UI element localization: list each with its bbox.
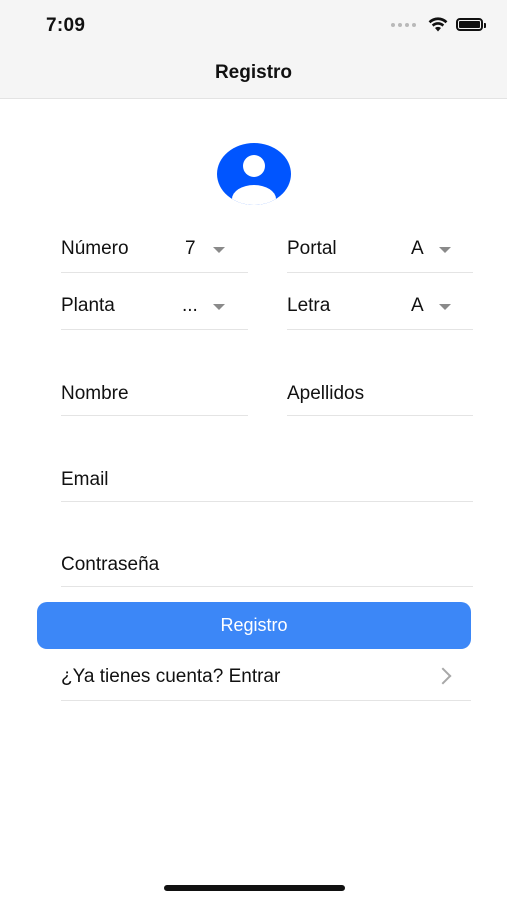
wifi-icon [428,17,448,32]
portal-label: Portal [287,238,337,259]
dropdown-caret-icon [213,304,225,310]
planta-select[interactable]: Planta ... [61,295,248,330]
letra-value: A [411,295,424,316]
status-icons [391,17,486,32]
battery-icon [456,18,486,31]
user-avatar-icon[interactable] [217,143,291,205]
nombre-placeholder: Nombre [61,383,129,404]
page-title: Registro [214,62,293,83]
home-indicator[interactable] [164,885,345,891]
email-placeholder: Email [61,469,109,490]
numero-label: Número [61,238,129,259]
password-placeholder: Contraseña [61,554,160,575]
status-time: 7:09 [46,15,86,36]
portal-value: A [411,238,424,259]
registration-screen: 7:09 Registro Número 7 Portal A Planta .… [0,0,507,900]
dropdown-caret-icon [213,247,225,253]
cellular-signal-icon [391,22,416,27]
dropdown-caret-icon [439,247,451,253]
email-field[interactable]: Email [61,469,473,502]
register-button[interactable]: Registro [37,602,471,649]
nombre-field[interactable]: Nombre [61,383,248,416]
password-field[interactable]: Contraseña [61,554,473,587]
login-link-label: ¿Ya tienes cuenta? Entrar [61,666,281,687]
numero-value: 7 [185,238,196,259]
portal-select[interactable]: Portal A [287,238,473,273]
planta-value: ... [182,295,198,316]
apellidos-field[interactable]: Apellidos [287,383,473,416]
login-link-row[interactable]: ¿Ya tienes cuenta? Entrar [61,660,471,701]
numero-select[interactable]: Número 7 [61,238,248,273]
apellidos-placeholder: Apellidos [287,383,365,404]
dropdown-caret-icon [439,304,451,310]
letra-label: Letra [287,295,331,316]
planta-label: Planta [61,295,115,316]
chevron-right-icon [434,667,452,685]
letra-select[interactable]: Letra A [287,295,473,330]
top-bar: 7:09 Registro [0,0,507,99]
